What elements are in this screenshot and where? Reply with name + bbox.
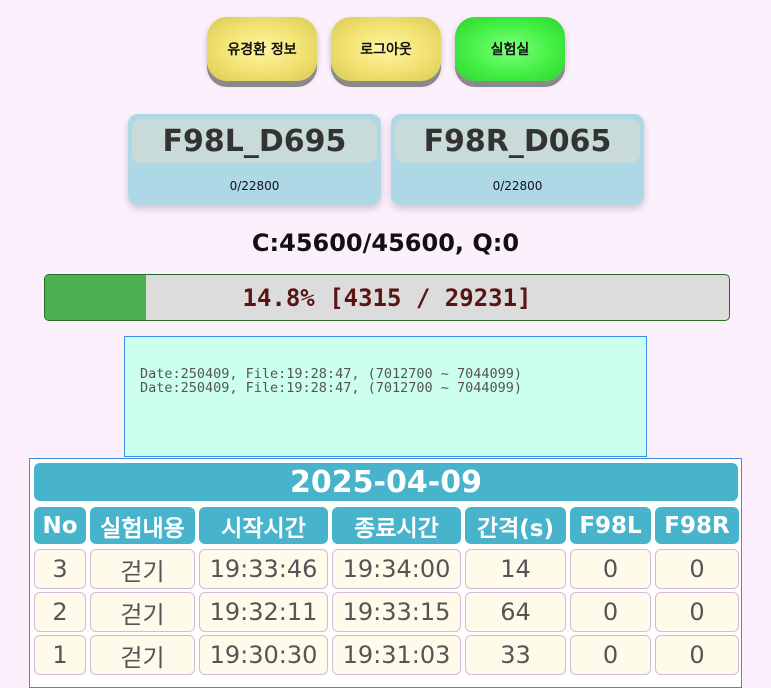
capacity-status: C:45600/45600, Q:0 <box>251 229 520 257</box>
table-cell: 64 <box>465 592 566 632</box>
table-cell: 0 <box>570 635 651 675</box>
header-f98r: F98R <box>655 507 739 544</box>
table-cell: 19:33:46 <box>199 549 328 589</box>
table-cell: 14 <box>465 549 566 589</box>
table-cell: 19:30:30 <box>199 635 328 675</box>
table-cell: 19:33:15 <box>332 592 461 632</box>
logout-button[interactable]: 로그아웃 <box>331 17 441 81</box>
log-panel[interactable]: Date:250409, File:19:28:47, (7012700 ~ 7… <box>124 336 647 457</box>
table-cell: 0 <box>655 635 739 675</box>
table-cell: 0 <box>570 549 651 589</box>
device-card-left: F98L_D695 0/22800 <box>128 114 381 205</box>
experiment-table: 2025-04-09 No 실험내용 시작시간 종료시간 간격(s) F98L F98R 3 걷… <box>29 458 742 688</box>
table-cell: 19:31:03 <box>332 635 461 675</box>
device-count: 0/22800 <box>229 179 280 193</box>
lab-button[interactable]: 실험실 <box>455 17 565 81</box>
progress-text: 14.8% [4315 / 29231] <box>242 283 532 312</box>
table-cell: 0 <box>655 549 739 589</box>
progress-bar: 14.8% [4315 / 29231] <box>44 274 730 321</box>
log-line: Date:250409, File:19:28:47, (7012700 ~ 7… <box>140 366 523 382</box>
log-line: Date:250409, File:19:28:47, (7012700 ~ 7… <box>140 380 523 396</box>
table-cell: 3 <box>34 549 86 589</box>
header-content: 실험내용 <box>90 507 195 544</box>
table-cell: 19:34:00 <box>332 549 461 589</box>
header-no: No <box>34 507 86 544</box>
table-cell: 19:32:11 <box>199 592 328 632</box>
device-count: 0/22800 <box>492 179 543 193</box>
table-cell: 걷기 <box>90 592 195 632</box>
table-date-header: 2025-04-09 <box>34 463 738 501</box>
device-card-right: F98R_D065 0/22800 <box>391 114 644 205</box>
header-f98l: F98L <box>570 507 651 544</box>
table-cell: 걷기 <box>90 635 195 675</box>
header-interval: 간격(s) <box>465 507 566 544</box>
user-info-button[interactable]: 유경환 정보 <box>207 17 317 81</box>
table-cell: 0 <box>570 592 651 632</box>
table-cell: 2 <box>34 592 86 632</box>
table-cell: 0 <box>655 592 739 632</box>
table-cell: 걷기 <box>90 549 195 589</box>
table-cell: 33 <box>465 635 566 675</box>
header-start-time: 시작시간 <box>199 507 328 544</box>
device-name: F98R_D065 <box>395 119 640 163</box>
device-name: F98L_D695 <box>132 119 377 163</box>
header-end-time: 종료시간 <box>332 507 461 544</box>
table-cell: 1 <box>34 635 86 675</box>
